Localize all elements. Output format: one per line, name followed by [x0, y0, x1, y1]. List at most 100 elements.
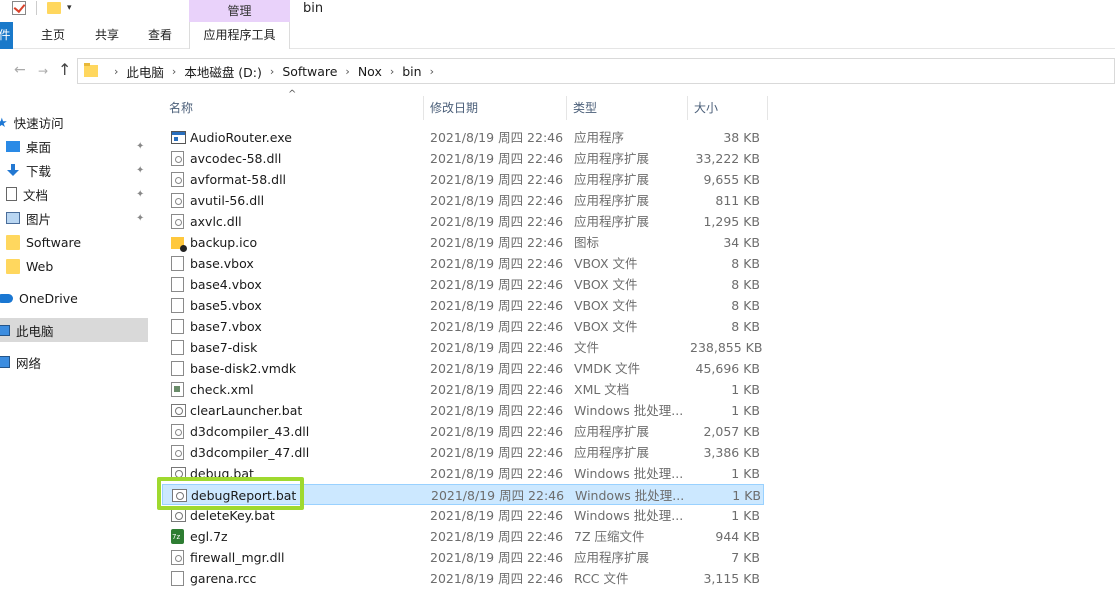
sidebar-item-network[interactable]: 网络	[0, 350, 148, 374]
sort-ascending-icon: ^	[288, 89, 297, 100]
column-divider[interactable]	[423, 96, 424, 120]
file-type: 应用程序扩展	[574, 214, 650, 229]
file-date: 2021/8/19 周四 22:46	[430, 508, 564, 523]
sidebar-item-documents[interactable]: 文档 ✦	[0, 182, 148, 206]
column-header-date[interactable]: 修改日期	[430, 96, 478, 120]
sidebar-item-desktop[interactable]: 桌面 ✦	[0, 134, 148, 158]
column-header-size[interactable]: 大小	[694, 96, 718, 120]
desktop-icon	[6, 140, 20, 152]
folder-icon	[84, 63, 98, 77]
pin-icon[interactable]: ✦	[136, 141, 144, 152]
file-size: 811 KB	[715, 193, 760, 208]
file-row[interactable]: check.xml 2021/8/19 周四 22:46 XML 文档 1 KB	[162, 379, 764, 400]
file-date: 2021/8/19 周四 22:46	[430, 466, 564, 481]
file-row[interactable]: firewall_mgr.dll 2021/8/19 周四 22:46 应用程序扩展…	[162, 547, 764, 568]
forward-arrow-icon[interactable]: →	[38, 64, 48, 78]
generic-file-icon	[171, 298, 184, 313]
sidebar-item-onedrive[interactable]: OneDrive	[0, 286, 148, 310]
file-row[interactable]: base.vbox 2021/8/19 周四 22:46 VBOX 文件 8 KB	[162, 253, 764, 274]
window-title: bin	[303, 1, 324, 16]
chevron-right-icon[interactable]: ›	[114, 65, 118, 78]
new-folder-icon[interactable]	[47, 2, 61, 14]
file-row[interactable]: d3dcompiler_43.dll 2021/8/19 周四 22:46 应用程序…	[162, 421, 764, 442]
sidebar-item-web[interactable]: Web	[0, 254, 148, 278]
file-row[interactable]: backup.ico 2021/8/19 周四 22:46 图标 34 KB	[162, 232, 764, 253]
chevron-right-icon[interactable]: ›	[345, 65, 349, 78]
file-size: 8 KB	[731, 298, 760, 313]
file-name: clearLauncher.bat	[190, 403, 303, 418]
file-name: backup.ico	[190, 235, 258, 250]
column-divider[interactable]	[767, 96, 768, 120]
file-date: 2021/8/19 周四 22:46	[430, 256, 564, 271]
breadcrumb-software[interactable]: Software	[282, 64, 337, 79]
file-type: Windows 批处理...	[574, 403, 684, 418]
breadcrumb-this-pc[interactable]: 此电脑	[126, 62, 164, 81]
column-divider[interactable]	[566, 96, 567, 120]
file-row[interactable]: base7.vbox 2021/8/19 周四 22:46 VBOX 文件 8 KB	[162, 316, 764, 337]
file-date: 2021/8/19 周四 22:46	[430, 529, 564, 544]
file-date: 2021/8/19 周四 22:46	[430, 382, 564, 397]
customize-toolbar-dropdown[interactable]: ▾	[67, 3, 72, 13]
file-name: avformat-58.dll	[190, 172, 287, 187]
sidebar-item-pictures[interactable]: 图片 ✦	[0, 206, 148, 230]
file-name: base4.vbox	[190, 277, 262, 292]
tab-view[interactable]: 查看	[137, 22, 183, 49]
pin-icon[interactable]: ✦	[136, 165, 144, 176]
file-date: 2021/8/19 周四 22:46	[430, 277, 564, 292]
file-row[interactable]: avcodec-58.dll 2021/8/19 周四 22:46 应用程序扩展 33…	[162, 148, 764, 169]
file-row[interactable]: base5.vbox 2021/8/19 周四 22:46 VBOX 文件 8 KB	[162, 295, 764, 316]
breadcrumb-local-disk[interactable]: 本地磁盘 (D:)	[184, 62, 262, 81]
file-size: 1 KB	[732, 488, 761, 503]
file-row[interactable]: avutil-56.dll 2021/8/19 周四 22:46 应用程序扩展 811…	[162, 190, 764, 211]
star-icon: ★	[0, 115, 8, 131]
quick-access-toolbar: ▾	[12, 1, 72, 15]
tab-share[interactable]: 共享	[84, 22, 130, 49]
file-row[interactable]: base4.vbox 2021/8/19 周四 22:46 VBOX 文件 8 KB	[162, 274, 764, 295]
sidebar-item-software[interactable]: Software	[0, 230, 148, 254]
sidebar-item-this-pc[interactable]: 此电脑	[0, 318, 148, 342]
generic-file-icon	[171, 277, 184, 292]
breadcrumb-bin[interactable]: bin	[402, 64, 421, 79]
back-arrow-icon[interactable]: ←	[14, 62, 26, 78]
file-row[interactable]: clearLauncher.bat 2021/8/19 周四 22:46 Windo…	[162, 400, 764, 421]
file-name: d3dcompiler_43.dll	[190, 424, 310, 439]
address-bar[interactable]: › 此电脑 › 本地磁盘 (D:) › Software › Nox › bin…	[77, 58, 1115, 84]
column-divider[interactable]	[687, 96, 688, 120]
up-arrow-icon[interactable]: ↑	[58, 60, 71, 79]
manage-context-tab[interactable]: 管理	[189, 0, 290, 22]
file-row[interactable]: avformat-58.dll 2021/8/19 周四 22:46 应用程序扩展 9…	[162, 169, 764, 190]
toolbar-divider	[36, 1, 37, 15]
file-row[interactable]: garena.rcc 2021/8/19 周四 22:46 RCC 文件 3,115 …	[162, 568, 764, 589]
file-row[interactable]: AudioRouter.exe 2021/8/19 周四 22:46 应用程序 38 …	[162, 127, 764, 148]
file-date: 2021/8/19 周四 22:46	[431, 488, 565, 503]
chevron-right-icon[interactable]: ›	[390, 65, 394, 78]
document-icon	[6, 187, 17, 201]
sidebar-item-downloads[interactable]: 下载 ✦	[0, 158, 148, 182]
chevron-right-icon[interactable]: ›	[270, 65, 274, 78]
file-row[interactable]: egl.7z 2021/8/19 周四 22:46 7Z 压缩文件 944 KB	[162, 526, 764, 547]
pin-icon[interactable]: ✦	[136, 213, 144, 224]
sidebar-item-label: 此电脑	[16, 323, 54, 339]
breadcrumb-nox[interactable]: Nox	[358, 64, 382, 79]
file-row[interactable]: base7-disk 2021/8/19 周四 22:46 文件 238,855 KB	[162, 337, 764, 358]
sidebar-item-label: Web	[26, 258, 54, 274]
file-type: 图标	[574, 235, 600, 250]
tab-file[interactable]: 件	[0, 22, 13, 49]
sidebar-item-label: OneDrive	[19, 290, 78, 306]
tab-home[interactable]: 主页	[30, 22, 76, 49]
tab-application-tools[interactable]: 应用程序工具	[189, 22, 290, 49]
download-icon	[6, 163, 20, 177]
file-size: 34 KB	[723, 235, 760, 250]
highlight-box	[157, 477, 304, 510]
pin-icon[interactable]: ✦	[136, 189, 144, 200]
file-row[interactable]: d3dcompiler_47.dll 2021/8/19 周四 22:46 应用程序…	[162, 442, 764, 463]
properties-icon[interactable]	[12, 1, 26, 15]
sidebar-item-quick-access[interactable]: ★ 快速访问	[0, 110, 148, 134]
chevron-right-icon[interactable]: ›	[430, 65, 434, 78]
dll-file-icon	[171, 172, 184, 187]
chevron-right-icon[interactable]: ›	[172, 65, 176, 78]
column-header-type[interactable]: 类型	[573, 96, 597, 120]
file-row[interactable]: base-disk2.vmdk 2021/8/19 周四 22:46 VMDK 文件…	[162, 358, 764, 379]
column-header-name[interactable]: 名称	[169, 96, 193, 120]
file-row[interactable]: axvlc.dll 2021/8/19 周四 22:46 应用程序扩展 1,295 K…	[162, 211, 764, 232]
